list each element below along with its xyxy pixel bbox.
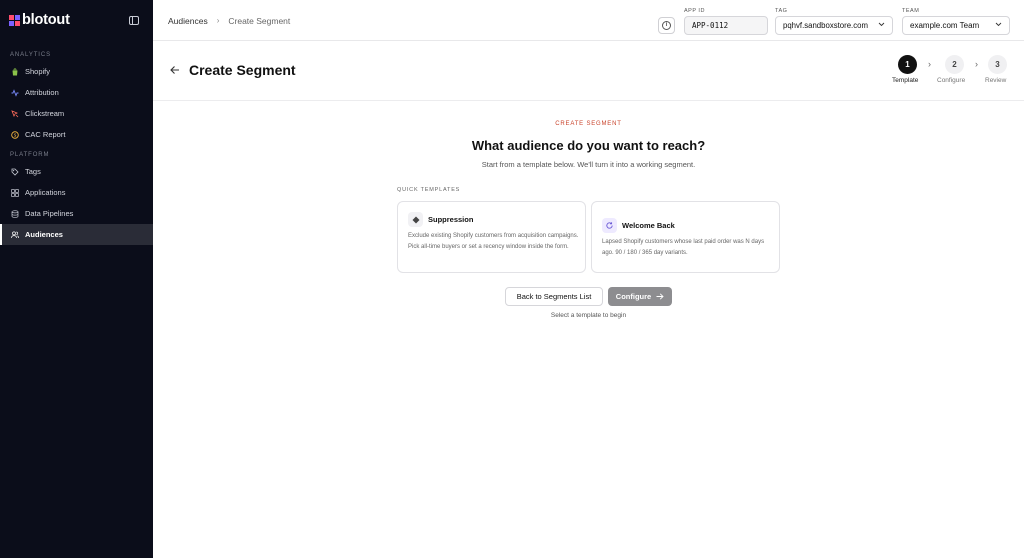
refresh-icon: [602, 218, 617, 233]
clickstream-icon: [11, 109, 19, 118]
attribution-icon: [11, 88, 19, 97]
arrow-right-icon: [656, 293, 664, 300]
step-number: 3: [988, 55, 1007, 74]
step-2-label: Configure: [937, 77, 966, 84]
cac-report-icon: $: [11, 130, 19, 139]
page-header: Create Segment 1 Template › 2 Configure …: [153, 41, 1024, 101]
info-button[interactable]: i: [658, 17, 675, 34]
sidebar-header: blotout: [0, 0, 153, 40]
sidebar-section-analytics: ANALYTICS: [10, 52, 51, 58]
app-id-label: APP ID: [684, 8, 705, 14]
chevron-down-icon: [878, 22, 885, 29]
template-description: Lapsed Shopify customers whose last paid…: [602, 239, 765, 256]
sidebar-section-platform: PLATFORM: [10, 152, 50, 158]
template-title: Suppression: [428, 215, 474, 224]
chevron-right-icon: ›: [975, 59, 978, 69]
team-select[interactable]: example.com Team: [902, 16, 1010, 35]
blotout-logo-icon: [9, 14, 20, 26]
sidebar-item-label: Data Pipelines: [25, 209, 74, 218]
sidebar-item-audiences[interactable]: Audiences: [0, 224, 153, 245]
step-2: 2: [945, 55, 964, 74]
sidebar-item-clickstream[interactable]: Clickstream: [0, 103, 153, 124]
sidebar-item-data-pipelines[interactable]: Data Pipelines: [0, 203, 153, 224]
users-icon: [11, 231, 19, 239]
breadcrumb-audiences-link[interactable]: Audiences: [168, 16, 208, 26]
breadcrumb: Audiences › Create Segment: [168, 0, 290, 41]
sidebar-item-label: Tags: [25, 167, 41, 176]
sidebar-item-label: Shopify: [25, 67, 51, 76]
team-label: TEAM: [902, 8, 920, 14]
configure-button-label: Configure: [615, 292, 652, 301]
step-1-label: Template: [892, 77, 919, 84]
topbar: Audiences › Create Segment i APP ID APP-…: [153, 0, 1024, 41]
sidebar-item-label: CAC Report: [25, 130, 66, 139]
sidebar-item-attribution[interactable]: Attribution: [0, 82, 153, 103]
brand-name: blotout: [22, 12, 70, 28]
back-arrow-icon[interactable]: [169, 64, 181, 76]
tag-icon: [11, 168, 19, 176]
template-card-welcome-back[interactable]: Welcome Back Lapsed Shopify customers wh…: [591, 201, 780, 273]
info-icon: i: [662, 21, 671, 30]
sidebar-item-label: Audiences: [25, 230, 63, 239]
sidebar-item-label: Applications: [25, 188, 66, 197]
breadcrumb-current: Create Segment: [228, 15, 291, 26]
hint-text: Select a template to begin: [550, 312, 627, 319]
app-id-field[interactable]: APP-0112: [684, 16, 768, 35]
template-title: Welcome Back: [622, 221, 675, 230]
applications-icon: [11, 188, 19, 197]
brand-logo[interactable]: blotout: [9, 12, 70, 28]
chevron-right-icon: ›: [928, 59, 931, 69]
eyebrow: CREATE SEGMENT: [555, 121, 622, 127]
template-description: Exclude existing Shopify customers from …: [408, 233, 579, 250]
tag-label: TAG: [775, 8, 788, 14]
tag-select[interactable]: pqhvf.sandboxstore.com: [775, 16, 893, 35]
shopify-bag-icon: [11, 67, 19, 76]
back-to-segments-button[interactable]: Back to Segments List: [505, 287, 603, 306]
svg-text:$: $: [14, 132, 17, 138]
tag-select-value: pqhvf.sandboxstore.com: [783, 21, 868, 30]
sidebar-item-label: Attribution: [25, 88, 59, 97]
database-icon: [11, 209, 19, 218]
quick-templates-label: QUICK TEMPLATES: [397, 187, 461, 193]
step-3: 3: [988, 55, 1007, 74]
step-3-label: Review: [985, 77, 1007, 84]
page-title: Create Segment: [189, 62, 296, 78]
step-1: 1: [898, 55, 917, 74]
headline: What audience do you want to reach?: [471, 138, 706, 153]
team-select-value: example.com Team: [910, 21, 980, 30]
chevron-right-icon: ›: [216, 16, 220, 25]
template-card-suppression[interactable]: Suppression Exclude existing Shopify cus…: [397, 201, 586, 273]
chevron-down-icon: [995, 22, 1002, 29]
sidebar-item-cac-report[interactable]: $ CAC Report: [0, 124, 153, 145]
diamond-icon: [408, 212, 423, 227]
sidebar: blotout ANALYTICS Shopify Attribution Cl…: [0, 0, 153, 558]
step-number: 2: [945, 55, 964, 74]
sidebar-item-tags[interactable]: Tags: [0, 161, 153, 182]
subtext: Start from a template below. We'll turn …: [481, 160, 696, 169]
step-number: 1: [898, 55, 917, 74]
sidebar-item-applications[interactable]: Applications: [0, 182, 153, 203]
sidebar-item-label: Clickstream: [25, 109, 65, 118]
sidebar-item-shopify[interactable]: Shopify: [0, 61, 153, 82]
configure-button[interactable]: Configure: [608, 287, 672, 306]
sidebar-collapse-icon[interactable]: [129, 15, 139, 25]
app-id-value: APP-0112: [692, 21, 729, 30]
